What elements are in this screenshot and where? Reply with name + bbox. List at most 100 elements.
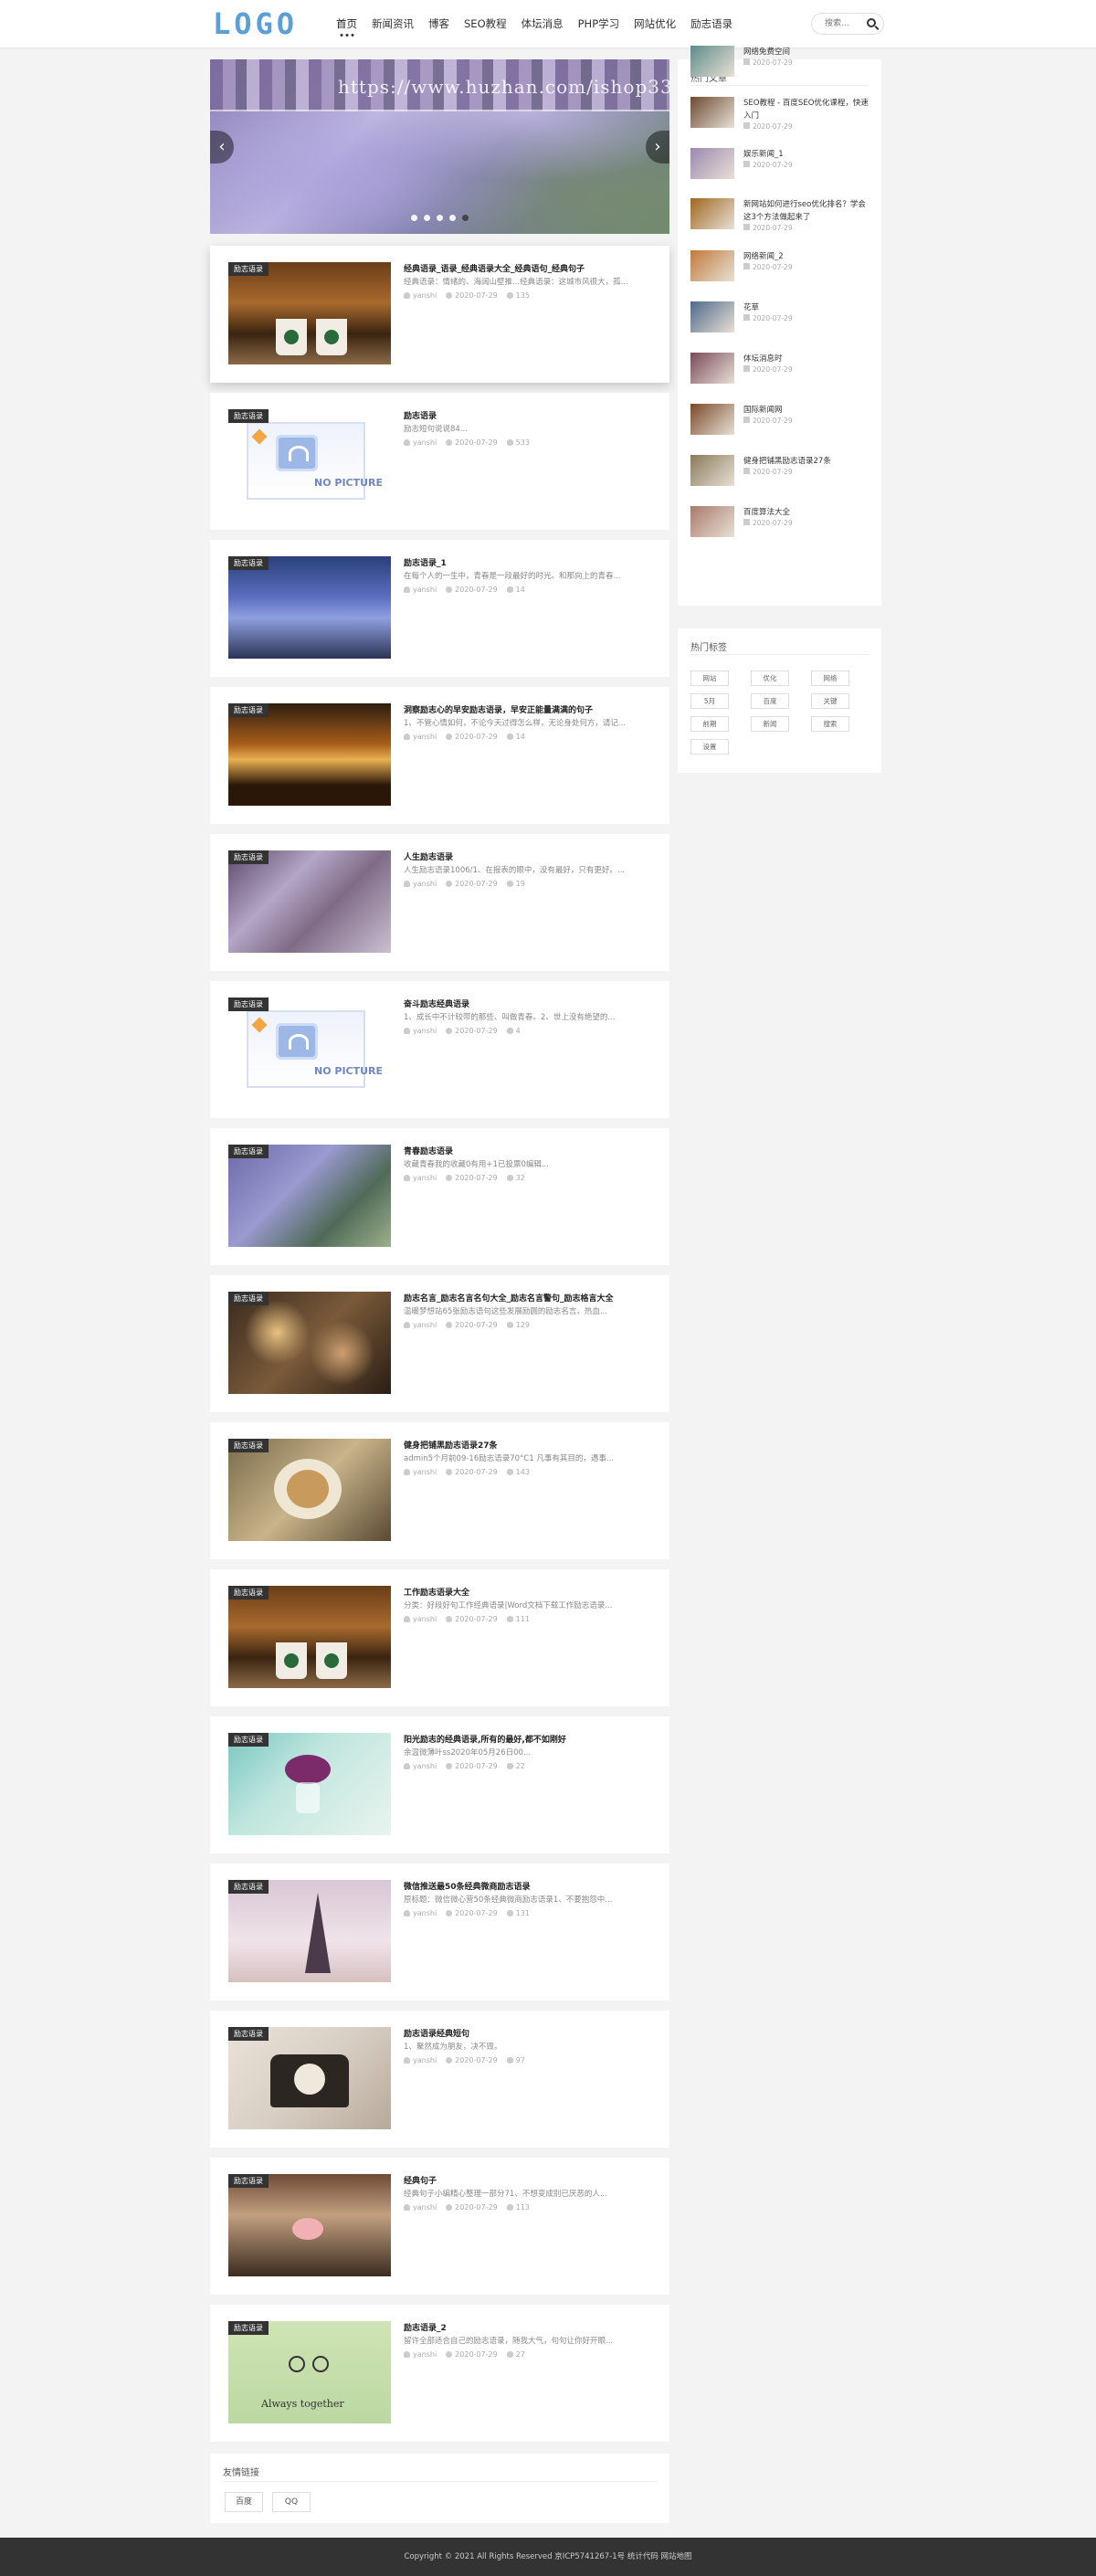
tag-link[interactable]: 搜索 [811,716,849,732]
post-card[interactable]: 励志语录 励志语录经典短句 1、聚然成为朋友，决不毁。 yanshi 2020-07-2… [210,2011,669,2148]
search-icon[interactable] [867,18,876,27]
post-title[interactable]: 励志语录_2 [404,2321,650,2333]
hot-article-title[interactable]: 新网站如何进行seo优化排名？学会这3个方法做起来了 [743,198,869,224]
hot-article-thumbnail[interactable] [690,250,734,281]
nav-item-php[interactable]: PHP学习 [571,0,627,48]
post-title[interactable]: 励志语录经典短句 [404,2027,650,2039]
post-thumbnail[interactable]: NO PICTURE 励志语录 [228,409,391,512]
post-thumbnail[interactable]: NO PICTURE 励志语录 [228,998,391,1100]
post-category-badge[interactable]: 励志语录 [228,998,269,1011]
post-thumbnail[interactable]: Always together 励志语录 [228,2321,391,2423]
hot-article-item[interactable]: 花草 2020-07-29 [690,301,869,340]
post-title[interactable]: 工作励志语录大全 [404,1586,650,1598]
post-card[interactable]: 励志语录 工作励志语录大全 分类：好段好句工作经典语录|Word文档下载工作励志语录… [210,1569,669,1706]
slider-dot[interactable] [449,215,456,221]
post-title[interactable]: 励志语录 [404,409,650,421]
hot-article-title[interactable]: 娱乐新闻_1 [743,148,869,161]
post-title[interactable]: 阳光励志的经典语录,所有的最好,都不如刚好 [404,1733,650,1745]
post-thumbnail[interactable]: 励志语录 [228,2027,391,2129]
hot-article-item[interactable]: 国际新闻网 2020-07-29 [690,404,869,442]
post-thumbnail[interactable]: 励志语录 [228,2174,391,2276]
post-category-badge[interactable]: 励志语录 [228,1439,269,1452]
nav-item-blog[interactable]: 博客 [421,0,457,48]
hot-article-thumbnail[interactable] [690,506,734,537]
hot-article-thumbnail[interactable] [690,148,734,179]
hot-article-item[interactable]: 新网站如何进行seo优化排名？学会这3个方法做起来了 2020-07-29 [690,198,869,237]
site-logo[interactable]: LOGO [213,6,298,41]
nav-item-news[interactable]: 新闻资讯 [364,0,421,48]
post-category-badge[interactable]: 励志语录 [228,1586,269,1599]
post-card[interactable]: NO PICTURE 励志语录 奋斗励志经典语录 1、成长中不计较带的那些、叫做青春。… [210,981,669,1118]
hot-article-title[interactable]: 网络新闻_2 [743,250,869,263]
post-thumbnail[interactable]: 励志语录 [228,1880,391,1982]
hot-article-thumbnail[interactable] [690,404,734,435]
post-category-badge[interactable]: 励志语录 [228,556,269,570]
post-card[interactable]: 励志语录 健身把铺黑励志语录27条 admin5个月前09-16励志语录70°C1 … [210,1422,669,1559]
post-title[interactable]: 健身把铺黑励志语录27条 [404,1439,650,1451]
hot-article-title[interactable]: 网络免费空间 [743,46,869,58]
tag-link[interactable]: 网站 [690,670,729,686]
hot-article-thumbnail[interactable] [690,455,734,486]
hot-article-thumbnail[interactable] [690,301,734,333]
tag-link[interactable]: 新闻 [751,716,789,732]
slider-dot[interactable] [424,215,430,221]
friend-link-baidu[interactable]: 百度 [225,2492,263,2512]
post-title[interactable]: 励志名言_励志名言名句大全_励志名言警句_励志格言大全 [404,1292,650,1304]
post-thumbnail[interactable]: 励志语录 [228,1733,391,1835]
post-title[interactable]: 经典语录_语录_经典语录大全_经典语句_经典句子 [404,262,650,274]
slider-prev-button[interactable]: ‹ [210,131,234,164]
hot-article-title[interactable]: SEO教程 - 百度SEO优化课程，快速入门 [743,97,869,122]
post-category-badge[interactable]: 励志语录 [228,1292,269,1305]
hot-article-title[interactable]: 花草 [743,301,869,314]
post-title[interactable]: 人生励志语录 [404,850,650,862]
tag-link[interactable]: 设置 [690,739,729,755]
hot-article-item[interactable]: 网络新闻_2 2020-07-29 [690,250,869,289]
hot-article-thumbnail[interactable] [690,46,734,77]
post-card[interactable]: 励志语录 微信推送最50条经典微商励志语录 原标题：微信微心营50条经典微商励志语录… [210,1863,669,2001]
tag-link[interactable]: 关键 [811,693,849,709]
hot-article-title[interactable]: 百度算法大全 [743,506,869,519]
post-card[interactable]: 励志语录 励志名言_励志名言名句大全_励志名言警句_励志格言大全 温暖梦想站65张励… [210,1275,669,1412]
hot-article-thumbnail[interactable] [690,353,734,384]
search-input[interactable] [812,14,863,34]
hot-article-item[interactable]: 网络免费空间 2020-07-29 [690,46,869,84]
post-card[interactable]: 励志语录 青春励志语录 收藏青春我的收藏0有用+1已投票0编辑... yanshi 20… [210,1128,669,1265]
post-card[interactable]: 励志语录 经典语录_语录_经典语录大全_经典语句_经典句子 经典语录：情绪的、海阔山… [210,246,669,383]
hot-article-title[interactable]: 体坛消息时 [743,353,869,365]
post-thumbnail[interactable]: 励志语录 [228,1145,391,1247]
post-thumbnail[interactable]: 励志语录 [228,850,391,953]
post-category-badge[interactable]: 励志语录 [228,703,269,717]
post-category-badge[interactable]: 励志语录 [228,2027,269,2041]
post-category-badge[interactable]: 励志语录 [228,1145,269,1158]
post-card[interactable]: 励志语录 经典句子 经典句子小编精心整理一部分71、不想变成别已厌恶的人... yan… [210,2158,669,2295]
tag-link[interactable]: 优化 [751,670,789,686]
post-thumbnail[interactable]: 励志语录 [228,1292,391,1394]
hot-article-item[interactable]: 娱乐新闻_1 2020-07-29 [690,148,869,186]
post-category-badge[interactable]: 励志语录 [228,2174,269,2188]
post-category-badge[interactable]: 励志语录 [228,409,269,423]
post-title[interactable]: 微信推送最50条经典微商励志语录 [404,1880,650,1892]
friend-link-qq[interactable]: QQ [272,2492,311,2512]
nav-item-seo[interactable]: SEO教程 [457,0,514,48]
hot-article-item[interactable]: 健身把铺黑励志语录27条 2020-07-29 [690,455,869,493]
hot-article-item[interactable]: 体坛消息时 2020-07-29 [690,353,869,391]
post-title[interactable]: 励志语录_1 [404,556,650,568]
post-thumbnail[interactable]: 励志语录 [228,556,391,659]
post-thumbnail[interactable]: 励志语录 [228,262,391,364]
slider-dot-active[interactable] [462,215,469,221]
post-category-badge[interactable]: 励志语录 [228,850,269,864]
tag-link[interactable]: 百度 [751,693,789,709]
slider-dot[interactable] [411,215,417,221]
post-category-badge[interactable]: 励志语录 [228,262,269,276]
post-thumbnail[interactable]: 励志语录 [228,1586,391,1688]
hot-article-thumbnail[interactable] [690,97,734,128]
post-title[interactable]: 奋斗励志经典语录 [404,998,650,1009]
hot-article-title[interactable]: 健身把铺黑励志语录27条 [743,455,869,468]
hot-article-thumbnail[interactable] [690,198,734,229]
post-card[interactable]: NO PICTURE 励志语录 励志语录 励志短句说说84... yanshi 2020-… [210,393,669,530]
post-category-badge[interactable]: 励志语录 [228,1733,269,1747]
post-card[interactable]: 励志语录 洞察励志心的早安励志语录，早安正能量满满的句子 1、不管心情如何，不论今天… [210,687,669,824]
tag-link[interactable]: 5月 [690,693,729,709]
hot-article-item[interactable]: 百度算法大全 2020-07-29 [690,506,869,544]
hero-slider[interactable]: https://www.huzhan.com/ishop33549 ‹ › [210,59,669,234]
